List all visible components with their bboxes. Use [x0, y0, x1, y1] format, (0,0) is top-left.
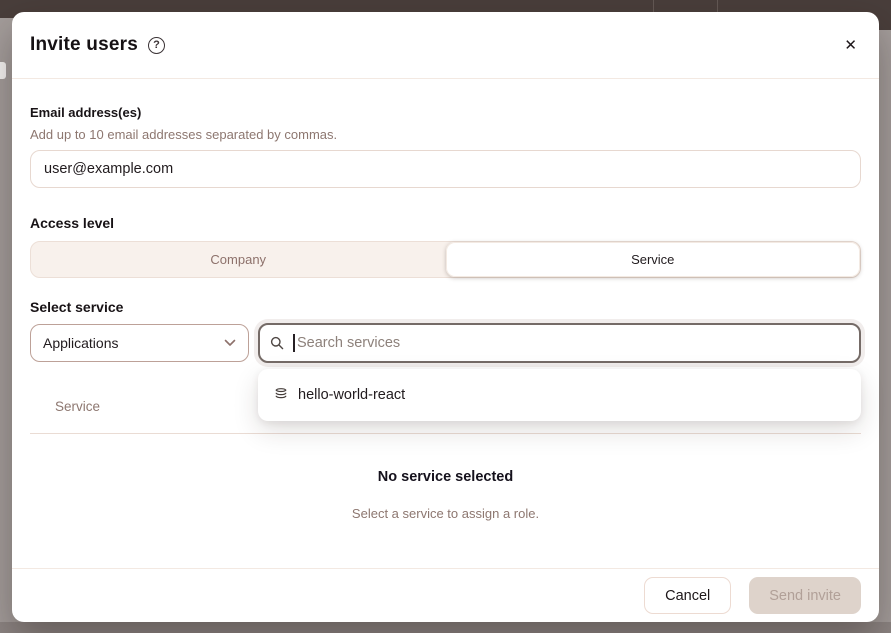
empty-state-title: No service selected	[30, 469, 861, 485]
select-service-label: Select service	[30, 299, 861, 315]
email-field[interactable]	[30, 150, 861, 188]
service-type-select[interactable]: Applications	[30, 324, 249, 362]
service-picker-row: Applications	[30, 323, 861, 363]
service-search: hello-world-react	[258, 323, 861, 363]
modal-title: Invite users	[30, 34, 138, 56]
stack-icon	[274, 386, 288, 404]
chevron-down-icon	[224, 339, 236, 347]
search-result-item[interactable]: hello-world-react	[258, 377, 861, 413]
empty-state: No service selected Select a service to …	[30, 469, 861, 521]
search-result-label: hello-world-react	[298, 387, 405, 403]
access-level-option-service[interactable]: Service	[446, 242, 861, 277]
background-page-footer	[0, 622, 891, 633]
email-helper-text: Add up to 10 email addresses separated b…	[30, 127, 861, 142]
access-level-toggle: Company Service	[30, 241, 861, 278]
table-divider	[30, 433, 861, 434]
empty-state-subtitle: Select a service to assign a role.	[30, 506, 861, 521]
background-page-header-corner	[877, 0, 891, 30]
search-input[interactable]	[258, 323, 861, 363]
modal-header: Invite users ? ✕	[12, 12, 879, 79]
modal-body: Email address(es) Add up to 10 email add…	[12, 79, 879, 568]
help-icon[interactable]: ?	[148, 37, 165, 54]
email-label: Email address(es)	[30, 105, 861, 120]
send-invite-button[interactable]: Send invite	[749, 577, 861, 614]
search-results-dropdown: hello-world-react	[258, 369, 861, 421]
access-level-option-company[interactable]: Company	[31, 242, 446, 277]
access-level-label: Access level	[30, 215, 861, 231]
close-icon[interactable]: ✕	[840, 34, 861, 57]
cancel-button[interactable]: Cancel	[644, 577, 731, 614]
modal-footer: Cancel Send invite	[12, 568, 879, 622]
background-artifact	[0, 62, 6, 79]
invite-users-modal: Invite users ? ✕ Email address(es) Add u…	[12, 12, 879, 622]
text-caret	[293, 334, 295, 352]
service-type-selected-value: Applications	[43, 335, 119, 351]
